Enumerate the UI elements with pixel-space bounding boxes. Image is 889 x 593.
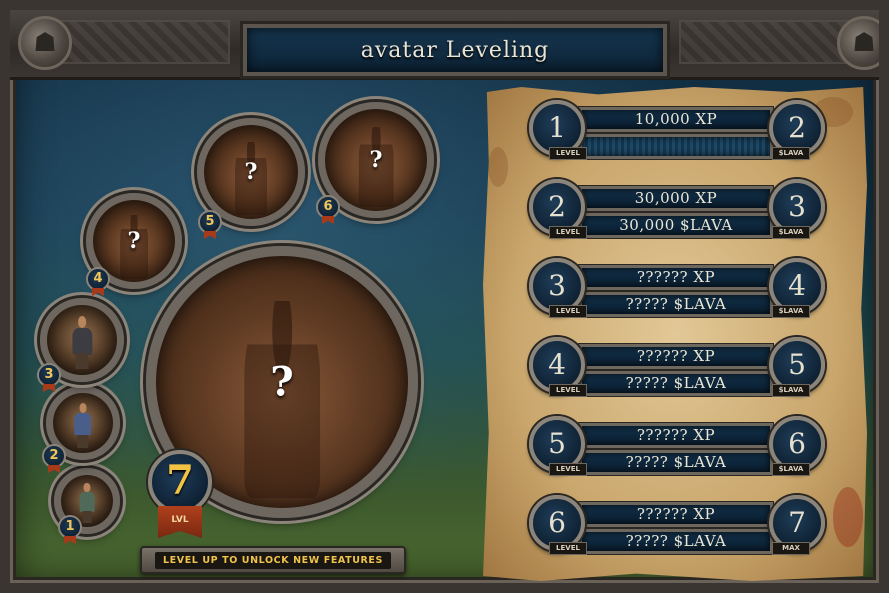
level-tag: LEVEL [549,226,587,239]
level-row-3: ?????? XP ????? $LAVA 3 4 LEVEL $LAVA [525,258,825,330]
level-badge-6: 6 [316,195,340,219]
level-row-5: ?????? XP ????? $LAVA 5 6 LEVEL $LAVA [525,416,825,488]
xp-requirement: ?????? XP [579,502,773,527]
xp-requirement: 10,000 XP [579,107,773,132]
current-level-label: LVL [158,506,202,538]
lava-tag: $LAVA [772,147,810,160]
level-tag: LEVEL [549,542,587,555]
locked-question-mark: ? [244,159,258,185]
lava-tag: $LAVA [772,384,810,397]
lava-requirement: 30,000 $LAVA [579,213,773,238]
level-tag: LEVEL [549,463,587,476]
xp-requirement: ?????? XP [579,423,773,448]
level-row-4: ?????? XP ????? $LAVA 4 5 LEVEL $LAVA [525,337,825,409]
lava-requirement: ????? $LAVA [579,371,773,396]
lion-head-icon: ☗ [837,16,879,70]
level-tag: LEVEL [549,147,587,160]
avatar-figure [78,483,97,523]
lava-tag: $LAVA [772,463,810,476]
locked-question-mark: ? [127,228,141,254]
lava-requirement: ????? $LAVA [579,529,773,554]
xp-requirement: ?????? XP [579,265,773,290]
lava-requirement: ????? $LAVA [579,292,773,317]
locked-question-mark: ? [369,147,383,173]
avatar-figure [69,316,94,370]
level-badge-4: 4 [86,267,110,291]
title-plate: avatar Leveling [243,24,667,76]
max-tag: MAX [772,542,810,555]
lava-requirement: ????? $LAVA [579,450,773,475]
level-tag: LEVEL [549,384,587,397]
current-level-badge: 7 LVL [148,450,212,538]
locked-question-mark: ? [270,358,294,406]
level-badge-3: 3 [37,363,61,387]
unlock-message: LEVEL UP TO UNLOCK NEW FEATURES [155,551,391,569]
level-tag: LEVEL [549,305,587,318]
lava-requirement [579,134,773,159]
level-row-2: 30,000 XP 30,000 $LAVA 2 3 LEVEL $LAVA [525,179,825,251]
avatar-figure [72,402,94,449]
lava-tag: $LAVA [772,226,810,239]
xp-requirement: 30,000 XP [579,186,773,211]
xp-requirement: ?????? XP [579,344,773,369]
level-row-6: ?????? XP ????? $LAVA 6 7 LEVEL MAX [525,495,825,567]
level-badge-1: 1 [58,515,82,539]
lava-tag: $LAVA [772,305,810,318]
current-level-value: 7 [148,450,212,514]
unlock-banner: LEVEL UP TO UNLOCK NEW FEATURES [140,546,406,574]
page-title: avatar Leveling [360,37,550,63]
level-badge-2: 2 [42,444,66,468]
level-row-1: 10,000 XP 1 2 LEVEL $LAVA [525,100,825,172]
game-window: ☗ ☗ avatar Leveling 1 2 3 ? 4 ? 5 ? 6 ? … [0,0,889,593]
lion-head-icon: ☗ [18,16,72,70]
level-badge-5: 5 [198,210,222,234]
